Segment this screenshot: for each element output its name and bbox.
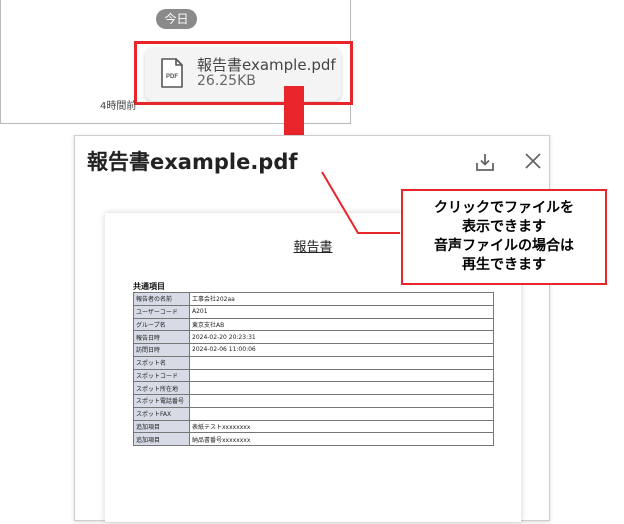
table-row: スポットコード (133, 368, 494, 383)
callout-box: クリックでファイルを 表示できます 音声ファイルの場合は 再生できます (401, 189, 607, 285)
table-row: グループ名 東京支社AB (133, 317, 494, 332)
table-row: 追加項目 納品書番号xxxxxxxx (133, 432, 494, 446)
row-value: A201 (189, 304, 494, 319)
row-label: スポット名 (133, 355, 190, 370)
table-row: 訪問日時 2024-02-06 11:00:06 (133, 343, 494, 357)
table-row: スポット所在地 (133, 381, 494, 395)
download-icon[interactable] (474, 151, 496, 173)
row-label: 追加項目 (133, 432, 190, 446)
document-table: 報告者の名前 工事会社202aa ユーザーコード A201 グループ名 東京支社AB 報告日… (133, 292, 494, 446)
row-label: 報告日時 (133, 330, 190, 344)
table-row: スポットFAX (133, 406, 494, 421)
row-value: 納品書番号xxxxxxxx (189, 432, 494, 446)
row-value: 東京支社AB (189, 317, 494, 332)
row-label: スポット電話番号 (133, 394, 190, 408)
row-label: ユーザーコード (133, 304, 190, 319)
row-value (189, 355, 494, 370)
modal-title: 報告書example.pdf (87, 150, 298, 174)
row-value (189, 368, 494, 383)
callout-line: 表示できます (462, 219, 546, 235)
table-row: スポット名 (133, 355, 494, 370)
callout-line: 再生できます (462, 257, 546, 273)
row-value (189, 381, 494, 395)
callout-line: 音声ファイルの場合は (434, 238, 574, 254)
table-row: 追加項目 表紙テストxxxxxxxx (133, 419, 494, 434)
table-row: 報告日時 2024-02-20 20:23:31 (133, 330, 494, 344)
table-row: ユーザーコード A201 (133, 304, 494, 319)
callout-line: クリックでファイルを (434, 200, 574, 216)
row-value (189, 406, 494, 421)
table-row: スポット電話番号 (133, 394, 494, 408)
row-value: 工事会社202aa (189, 292, 494, 306)
row-label: スポットコード (133, 368, 190, 383)
row-label: 報告者の名前 (133, 292, 190, 306)
message-time: 4時間前 (100, 101, 137, 112)
row-value: 2024-02-06 11:00:06 (189, 343, 494, 357)
row-value: 表紙テストxxxxxxxx (189, 419, 494, 434)
date-chip: 今日 (156, 9, 197, 29)
row-label: スポット所在地 (133, 381, 190, 395)
row-label: 追加項目 (133, 419, 190, 434)
row-label: グループ名 (133, 317, 190, 332)
close-icon[interactable] (523, 151, 543, 171)
attachment-highlight (134, 41, 353, 105)
row-value (189, 394, 494, 408)
row-value: 2024-02-20 20:23:31 (189, 330, 494, 344)
table-row: 報告者の名前 工事会社202aa (133, 292, 494, 306)
row-label: スポットFAX (133, 406, 190, 421)
row-label: 訪問日時 (133, 343, 190, 357)
section-title: 共通項目 (133, 282, 165, 291)
